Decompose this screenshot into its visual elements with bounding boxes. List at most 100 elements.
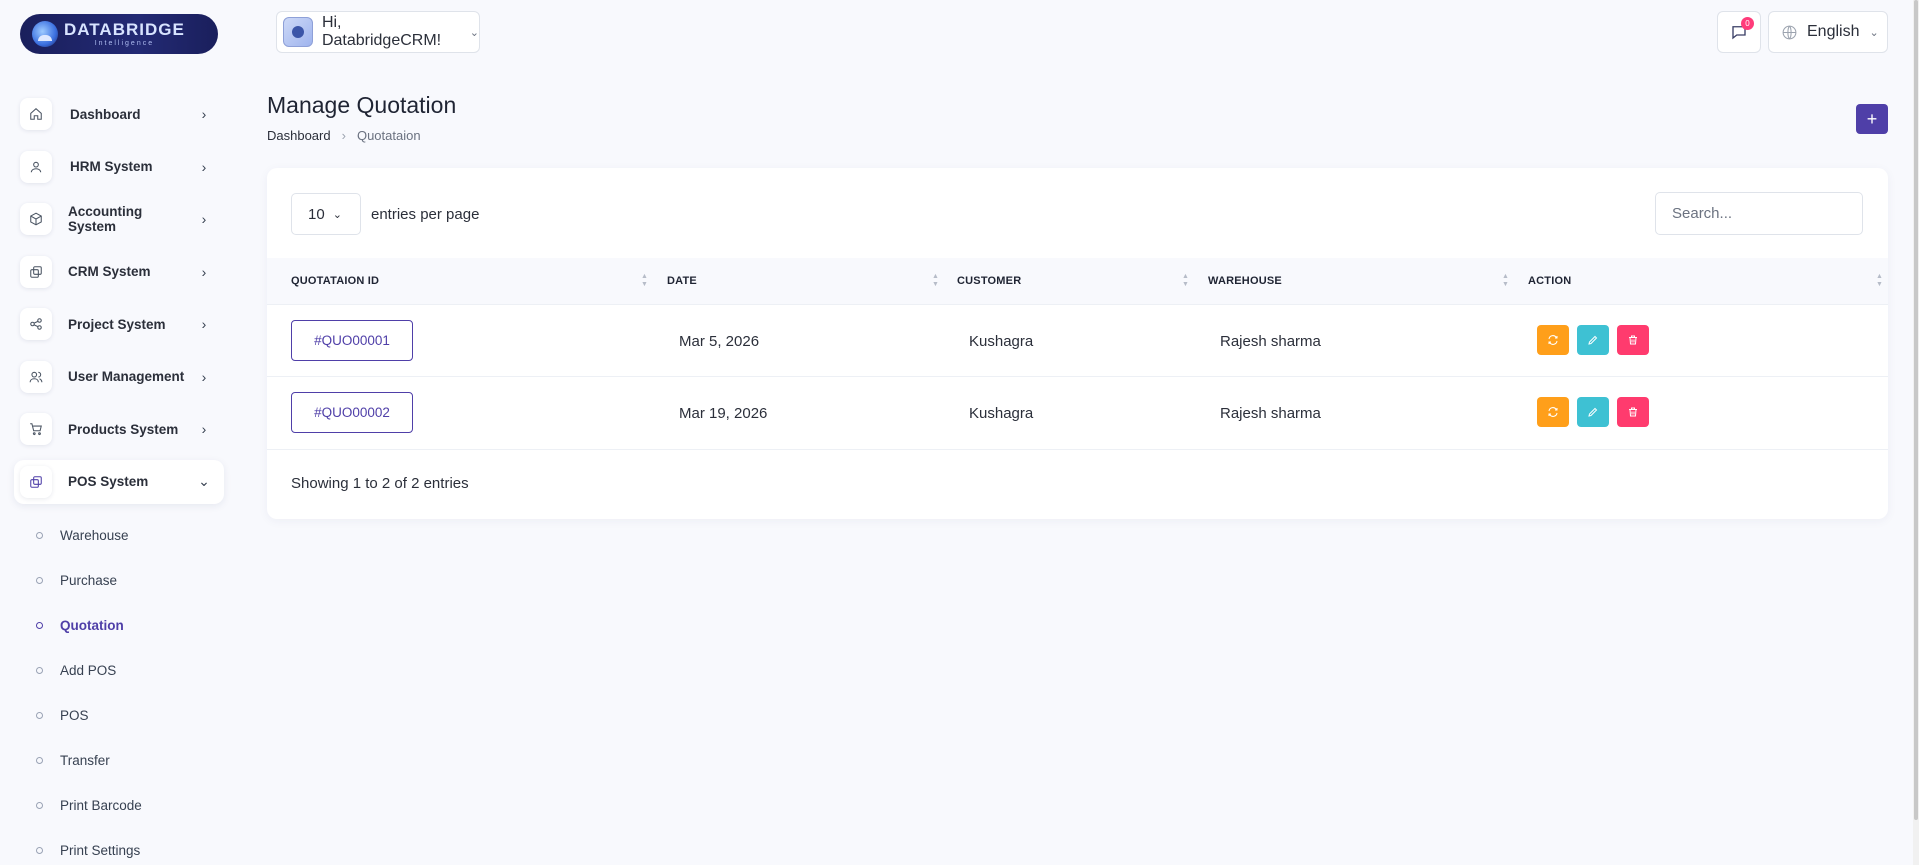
chevron-right-icon: › [341,128,346,143]
user-greeting: Hi, DatabridgeCRM! [321,14,442,49]
bullet-icon [36,802,43,809]
layers-icon [20,465,52,498]
logo-subtitle: Intelligence [94,40,155,47]
submenu-item-pos[interactable]: POS [36,693,226,738]
logo-title: DATABRIDGE [64,20,185,39]
chevron-down-icon: ⌄ [332,208,342,221]
sidebar-item-products[interactable]: Products System › [20,407,224,451]
bullet-icon [36,757,43,764]
chevron-right-icon: › [201,421,207,437]
column-header-quotation-id[interactable]: QUOTATAION ID [291,258,379,304]
logo-mark-icon [32,21,58,47]
column-header-customer[interactable]: CUSTOMER [957,258,1021,304]
sidebar-item-label: CRM System [68,264,151,279]
language-selector[interactable]: English ⌄ [1768,11,1888,53]
breadcrumb: Dashboard › Quotataion [267,128,421,143]
sidebar-item-label: User Management [68,369,185,384]
customer-cell: Kushagra [969,404,1034,422]
pencil-icon [1588,407,1598,417]
chevron-right-icon: › [201,158,207,175]
sidebar: DATABRIDGE Intelligence Dashboard › HRM … [0,0,240,865]
chevron-down-icon: ⌄ [469,26,479,39]
chevron-right-icon: › [201,368,207,385]
sidebar-nav: Dashboard › HRM System › Accounting Syst… [14,92,224,512]
notifications-button[interactable]: 0 [1717,11,1761,53]
trash-icon [1629,407,1637,417]
sidebar-item-label: Dashboard [70,106,141,122]
delete-button[interactable] [1617,397,1649,427]
entries-value: 10 [308,205,325,223]
avatar [283,17,313,47]
submenu-item-warehouse[interactable]: Warehouse [36,513,226,558]
breadcrumb-dashboard-link[interactable]: Dashboard [267,128,331,143]
submenu-item-add-pos[interactable]: Add POS [36,648,226,693]
delete-button[interactable] [1617,325,1649,355]
cart-icon [20,413,52,445]
users-icon [20,360,52,393]
sidebar-item-project[interactable]: Project System › [20,302,224,346]
submenu-item-print-barcode[interactable]: Print Barcode [36,783,226,828]
column-header-action: ACTION [1528,275,1572,287]
table-row: #QUO00002 Mar 19, 2026 Kushagra Rajesh s… [267,377,1888,450]
sort-icon[interactable]: ▲ ▼ [1876,273,1883,289]
sort-icon[interactable]: ▲ ▼ [1502,273,1509,289]
pagination-info: Showing 1 to 2 of 2 entries [291,475,469,492]
submenu-item-quotation[interactable]: Quotation [36,603,226,648]
breadcrumb-current: Quotataion [356,128,421,143]
sidebar-item-hrm[interactable]: HRM System › [20,145,224,189]
scrollbar-thumb[interactable] [1914,0,1918,820]
edit-button[interactable] [1577,397,1609,427]
column-header-warehouse[interactable]: WAREHOUSE [1208,258,1282,304]
notification-badge: 0 [1741,17,1754,30]
column-header-date[interactable]: DATE [667,258,697,304]
refresh-icon [1548,407,1558,417]
brand-logo[interactable]: DATABRIDGE Intelligence [20,14,218,54]
sidebar-item-label: Project System [68,316,166,332]
chevron-down-icon: ⌄ [198,473,210,489]
bullet-icon [36,532,43,539]
sidebar-item-crm[interactable]: CRM System › [20,250,224,294]
sort-icon[interactable]: ▲ ▼ [641,273,648,289]
add-quotation-button[interactable]: + [1856,104,1888,134]
sidebar-item-pos[interactable]: POS System ⌄ [14,459,224,504]
sidebar-item-label: HRM System [70,159,153,174]
submenu-item-purchase[interactable]: Purchase [36,558,226,603]
quotation-id-button[interactable]: #QUO00002 [291,392,413,433]
bullet-icon [36,577,43,584]
quotation-id-button[interactable]: #QUO00001 [291,320,413,361]
user-menu-button[interactable]: Hi, DatabridgeCRM! ⌄ [276,11,480,53]
customer-cell: Kushagra [969,332,1034,350]
language-label: English [1807,23,1860,40]
sort-icon[interactable]: ▲ ▼ [932,273,939,289]
bullet-icon [36,712,43,719]
sort-icon[interactable]: ▲ ▼ [1182,273,1189,289]
convert-button[interactable] [1537,325,1569,355]
chevron-down-icon: ⌄ [1869,26,1879,39]
chevron-right-icon: › [201,211,207,227]
chevron-right-icon: › [201,106,207,122]
globe-icon [1782,25,1797,39]
chevron-right-icon: › [201,316,207,332]
entries-per-page-select[interactable]: 10 ⌄ [291,193,361,235]
home-icon [20,98,52,130]
chevron-right-icon: › [201,263,207,280]
sidebar-item-label: Products System [68,421,179,437]
pencil-icon [1588,335,1598,345]
edit-button[interactable] [1577,325,1609,355]
sidebar-item-user-management[interactable]: User Management › [20,355,224,399]
pos-submenu: Warehouse Purchase Quotation Add POS POS… [36,513,226,865]
convert-button[interactable] [1537,397,1569,427]
user-icon [20,150,52,183]
sidebar-item-dashboard[interactable]: Dashboard › [20,92,224,136]
page-scrollbar[interactable] [1913,0,1919,865]
submenu-item-transfer[interactable]: Transfer [36,738,226,783]
sidebar-item-label: Accounting System [68,204,143,234]
date-cell: Mar 19, 2026 [679,404,768,422]
search-input[interactable] [1655,192,1863,235]
table-row: #QUO00001 Mar 5, 2026 Kushagra Rajesh sh… [267,304,1888,377]
submenu-item-print-settings[interactable]: Print Settings [36,828,226,865]
share-icon [20,308,52,340]
sidebar-item-accounting[interactable]: Accounting System › [20,197,224,241]
bullet-icon [36,847,43,854]
table-header: QUOTATAION ID ▲ ▼ DATE ▲ ▼ CUSTOMER ▲ ▼ WAR… [267,258,1888,304]
